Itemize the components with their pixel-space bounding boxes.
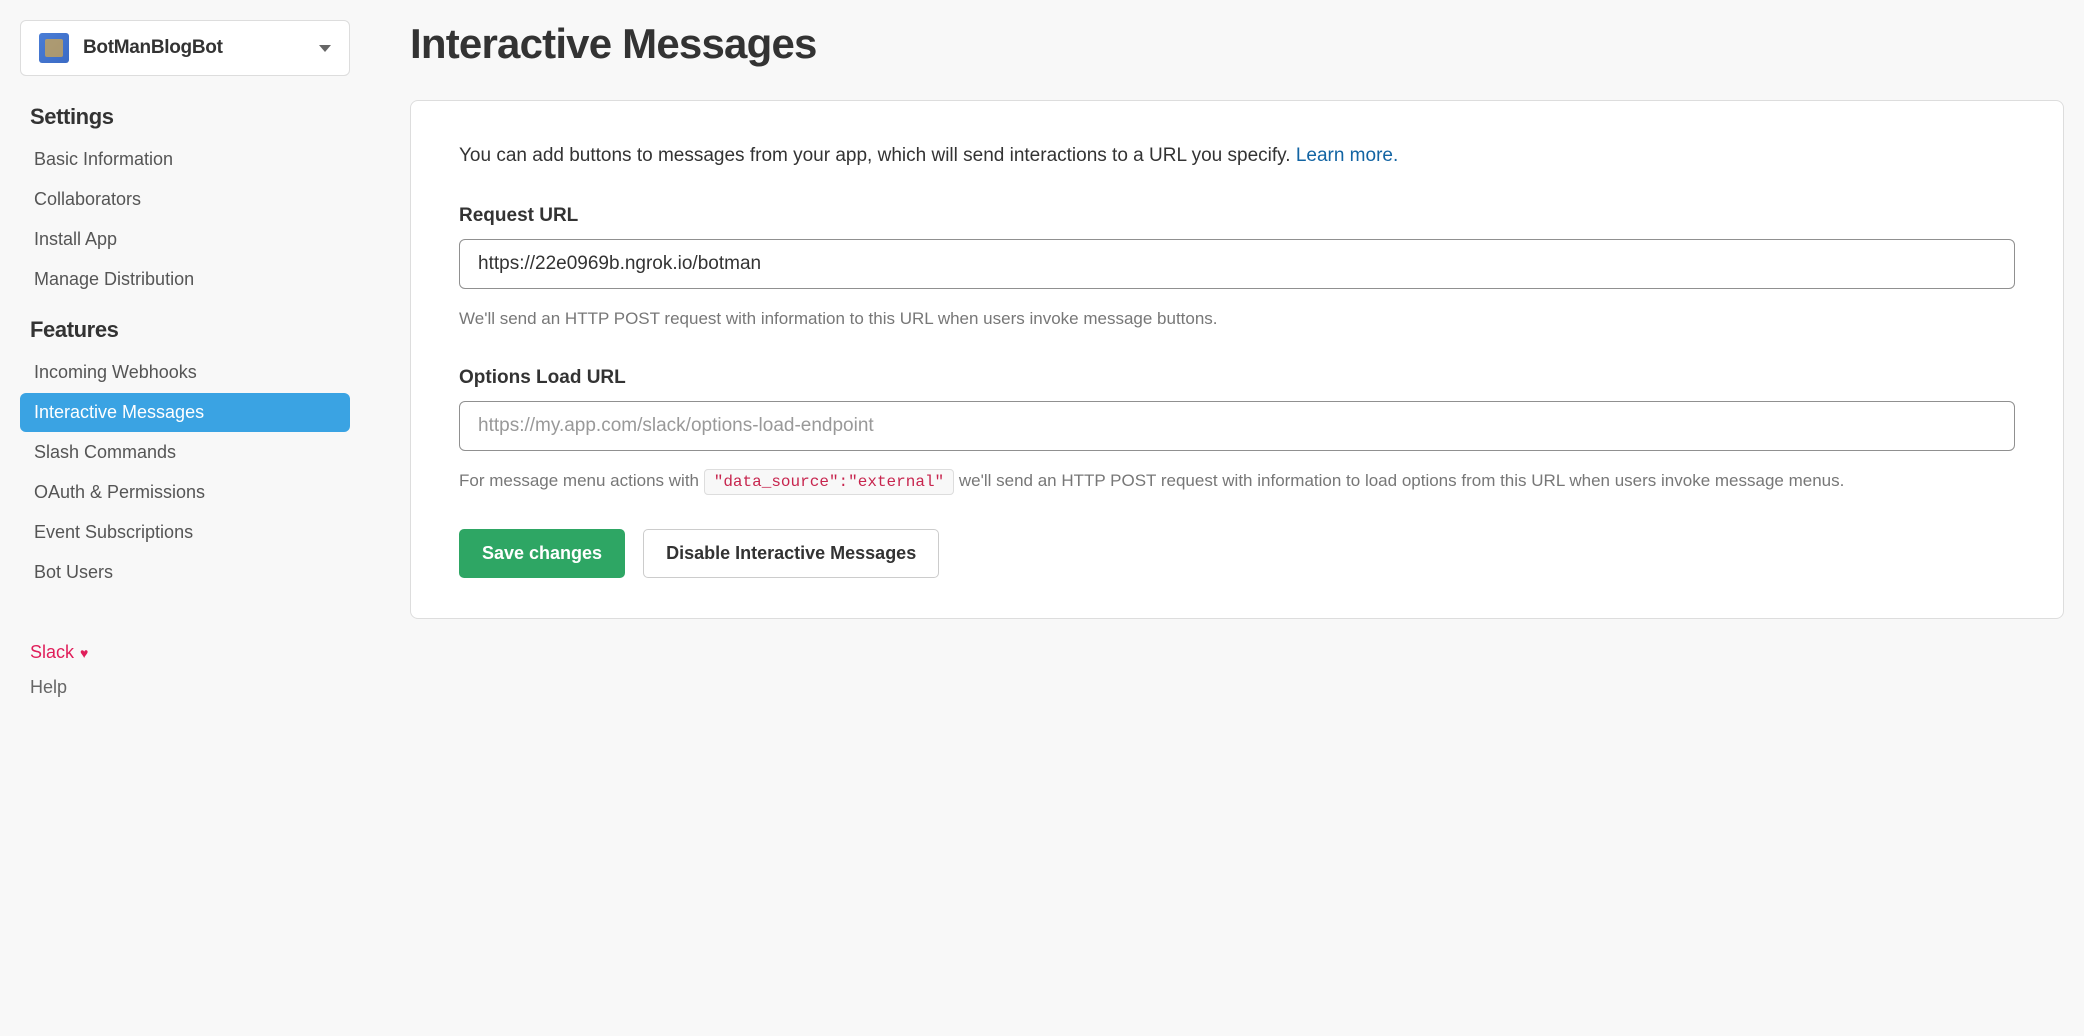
sidebar-footer: Slack ♥ Help: [20, 642, 350, 702]
intro-text: You can add buttons to messages from you…: [459, 141, 2015, 171]
app-icon: [39, 33, 69, 63]
app-name: BotManBlogBot: [83, 37, 319, 59]
options-url-help: For message menu actions with "data_sour…: [459, 467, 2015, 496]
settings-card: You can add buttons to messages from you…: [410, 100, 2064, 619]
options-help-prefix: For message menu actions with: [459, 471, 704, 490]
request-url-input[interactable]: [459, 239, 2015, 289]
page-title: Interactive Messages: [410, 20, 2064, 68]
sidebar-item-slash-commands[interactable]: Slash Commands: [20, 433, 350, 472]
sidebar-item-bot-users[interactable]: Bot Users: [20, 553, 350, 592]
options-url-input[interactable]: [459, 401, 2015, 451]
save-button[interactable]: Save changes: [459, 529, 625, 578]
sidebar: BotManBlogBot Settings Basic Information…: [20, 20, 380, 702]
options-help-suffix: we'll send an HTTP POST request with inf…: [954, 471, 1844, 490]
app-selector[interactable]: BotManBlogBot: [20, 20, 350, 76]
disable-button[interactable]: Disable Interactive Messages: [643, 529, 939, 578]
sidebar-item-interactive-messages[interactable]: Interactive Messages: [20, 393, 350, 432]
sidebar-item-manage-distribution[interactable]: Manage Distribution: [20, 260, 350, 299]
help-link[interactable]: Help: [30, 673, 350, 702]
sidebar-item-event-subscriptions[interactable]: Event Subscriptions: [20, 513, 350, 552]
heart-icon: ♥: [80, 645, 88, 661]
intro-body: You can add buttons to messages from you…: [459, 145, 1296, 166]
features-section-header: Features: [20, 317, 350, 353]
button-row: Save changes Disable Interactive Message…: [459, 529, 2015, 578]
learn-more-link[interactable]: Learn more.: [1296, 145, 1398, 166]
sidebar-item-basic-information[interactable]: Basic Information: [20, 140, 350, 179]
code-snippet: "data_source":"external": [704, 469, 954, 495]
request-url-help: We'll send an HTTP POST request with inf…: [459, 305, 2015, 332]
slack-love-link[interactable]: Slack ♥: [30, 642, 350, 663]
settings-section-header: Settings: [20, 104, 350, 140]
main-content: Interactive Messages You can add buttons…: [380, 20, 2064, 702]
sidebar-item-incoming-webhooks[interactable]: Incoming Webhooks: [20, 353, 350, 392]
caret-down-icon: [319, 45, 331, 52]
slack-label: Slack: [30, 642, 74, 663]
options-url-label: Options Load URL: [459, 367, 2015, 389]
sidebar-item-oauth-permissions[interactable]: OAuth & Permissions: [20, 473, 350, 512]
request-url-label: Request URL: [459, 205, 2015, 227]
sidebar-item-collaborators[interactable]: Collaborators: [20, 180, 350, 219]
sidebar-item-install-app[interactable]: Install App: [20, 220, 350, 259]
